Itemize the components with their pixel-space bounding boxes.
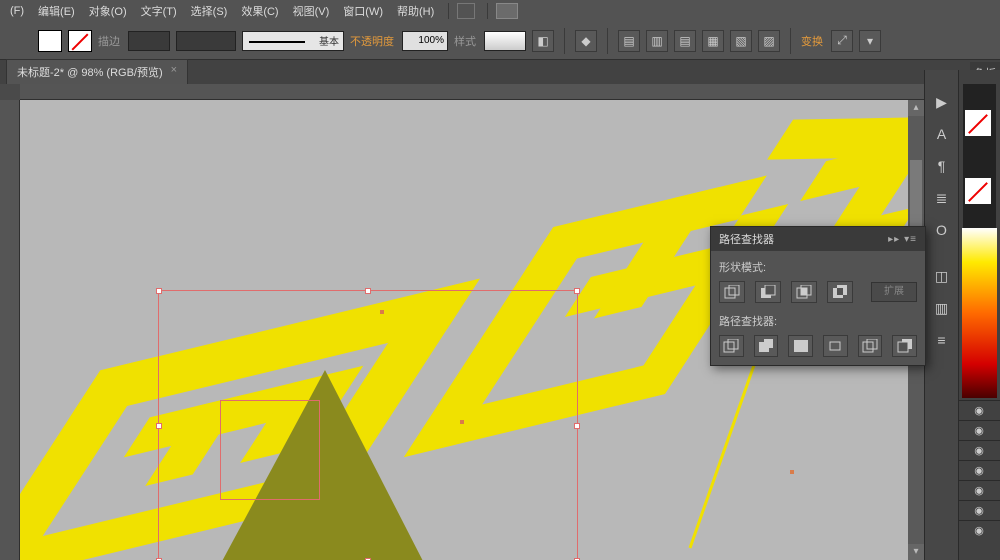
opentype-panel-icon[interactable]: O [931,220,953,240]
isolate-button[interactable]: ⤢ [831,30,853,52]
align-top-button[interactable]: ▦ [702,30,724,52]
menu-object[interactable]: 对象(O) [83,0,133,22]
panel-icon-column: ▶ A ¶ ≣ O ◫ ▥ ≡ [924,70,958,560]
anchor-point[interactable] [790,470,794,474]
separator [790,28,791,54]
transform-panel-icon[interactable]: ▥ [931,298,953,318]
minus-back-button[interactable] [892,335,917,357]
control-bar: 描边 基本 不透明度 100% 样式 ◧ ◆ ▤ ▥ ▤ ▦ ▧ ▨ 变换 ⤢ … [0,22,1000,60]
character-panel-icon[interactable]: A [931,124,953,144]
pathfinders-label: 路径查找器: [719,313,917,329]
menu-effect[interactable]: 效果(C) [235,0,284,22]
document-setup-button[interactable]: ◧ [532,30,554,52]
variable-width-profile[interactable] [176,31,236,51]
outline-button[interactable] [858,335,883,357]
trim-button[interactable] [754,335,779,357]
stroke-swatch[interactable] [68,30,92,52]
merge-button[interactable] [788,335,813,357]
separator [564,28,565,54]
registration-swatch[interactable] [965,178,991,204]
layer-visibility-toggle[interactable]: ◉ [958,520,1000,540]
graphic-style-dropdown[interactable] [484,31,526,51]
separator [448,3,449,19]
menu-view[interactable]: 视图(V) [287,0,336,22]
layer-visibility-toggle[interactable]: ◉ [958,440,1000,460]
layers-list: ◉ ◉ ◉ ◉ ◉ ◉ ◉ [958,400,1000,540]
separator [607,28,608,54]
intersect-button[interactable] [791,281,817,303]
pathfinder-panel-tab[interactable]: 路径查找器 ▸▸ ▾≡ [711,227,925,251]
stroke-label: 描边 [98,33,120,49]
align-center-h-button[interactable]: ▥ [646,30,668,52]
document-tab[interactable]: 未标题-2* @ 98% (RGB/预览) × [6,59,188,84]
expand-button[interactable]: 扩展 [871,282,917,302]
no-fill-swatch[interactable] [965,110,991,136]
align-center-v-button[interactable]: ▧ [730,30,752,52]
ruler-horizontal[interactable] [20,84,924,100]
menu-select[interactable]: 选择(S) [185,0,234,22]
menu-file[interactable]: (F) [4,2,30,20]
transform-each-button[interactable]: ▾ [859,30,881,52]
panel-menu-icon[interactable]: ▾≡ [904,234,917,245]
layer-visibility-toggle[interactable]: ◉ [958,460,1000,480]
swatches-panel: ◉ ◉ ◉ ◉ ◉ ◉ ◉ [958,70,1000,560]
separator [487,3,488,19]
menu-type[interactable]: 文字(T) [135,0,183,22]
align-left-button[interactable]: ▤ [618,30,640,52]
stroke-weight-field[interactable] [128,31,170,51]
play-icon[interactable]: ▶ [931,92,953,112]
pathfinder-panel-icon[interactable]: ◫ [931,266,953,286]
menu-edit[interactable]: 编辑(E) [32,0,81,22]
document-tab-title: 未标题-2* @ 98% (RGB/预览) [17,64,163,80]
recolor-artwork-button[interactable]: ◆ [575,30,597,52]
opacity-field[interactable]: 100% [402,31,448,51]
color-ramp[interactable] [962,228,997,398]
minus-front-button[interactable] [755,281,781,303]
align-bottom-button[interactable]: ▨ [758,30,780,52]
align-panel-icon[interactable]: ≡ [931,330,953,350]
path-selection[interactable] [220,400,320,500]
arrange-documents-button[interactable] [496,3,518,19]
style-label: 样式 [454,33,476,49]
transform-label: 变换 [801,33,823,49]
layer-visibility-toggle[interactable]: ◉ [958,400,1000,420]
close-tab-button[interactable]: × [171,64,177,80]
pathfinder-panel[interactable]: 路径查找器 ▸▸ ▾≡ 形状模式: 扩展 路径查找器: [710,226,926,366]
fill-swatch[interactable] [38,30,62,52]
unite-button[interactable] [719,281,745,303]
menubar: (F) 编辑(E) 对象(O) 文字(T) 选择(S) 效果(C) 视图(V) … [0,0,1000,22]
menu-window[interactable]: 窗口(W) [337,0,389,22]
brush-definition[interactable]: 基本 [242,31,344,51]
scroll-up-button[interactable]: ▴ [908,100,924,116]
scroll-down-button[interactable]: ▾ [908,544,924,560]
exclude-button[interactable] [827,281,853,303]
layer-visibility-toggle[interactable]: ◉ [958,480,1000,500]
align-right-button[interactable]: ▤ [674,30,696,52]
anchor-point[interactable] [460,420,464,424]
document-tabbar: 未标题-2* @ 98% (RGB/预览) × [0,60,1000,84]
collapse-icon[interactable]: ▸▸ [888,234,900,245]
list-panel-icon[interactable]: ≣ [931,188,953,208]
right-dock: ▶ A ¶ ≣ O ◫ ▥ ≡ ◉ ◉ ◉ ◉ ◉ ◉ ◉ [924,70,1000,560]
crop-button[interactable] [823,335,848,357]
anchor-point[interactable] [380,310,384,314]
menu-help[interactable]: 帮助(H) [391,0,440,22]
opacity-label: 不透明度 [350,33,394,49]
brush-definition-label: 基本 [319,33,339,48]
divide-button[interactable] [719,335,744,357]
pathfinder-panel-title: 路径查找器 [719,231,774,247]
ruler-vertical[interactable] [0,100,20,560]
layer-visibility-toggle[interactable]: ◉ [958,500,1000,520]
paragraph-panel-icon[interactable]: ¶ [931,156,953,176]
essentials-button[interactable] [457,3,475,19]
layer-visibility-toggle[interactable]: ◉ [958,420,1000,440]
shape-modes-label: 形状模式: [719,259,917,275]
